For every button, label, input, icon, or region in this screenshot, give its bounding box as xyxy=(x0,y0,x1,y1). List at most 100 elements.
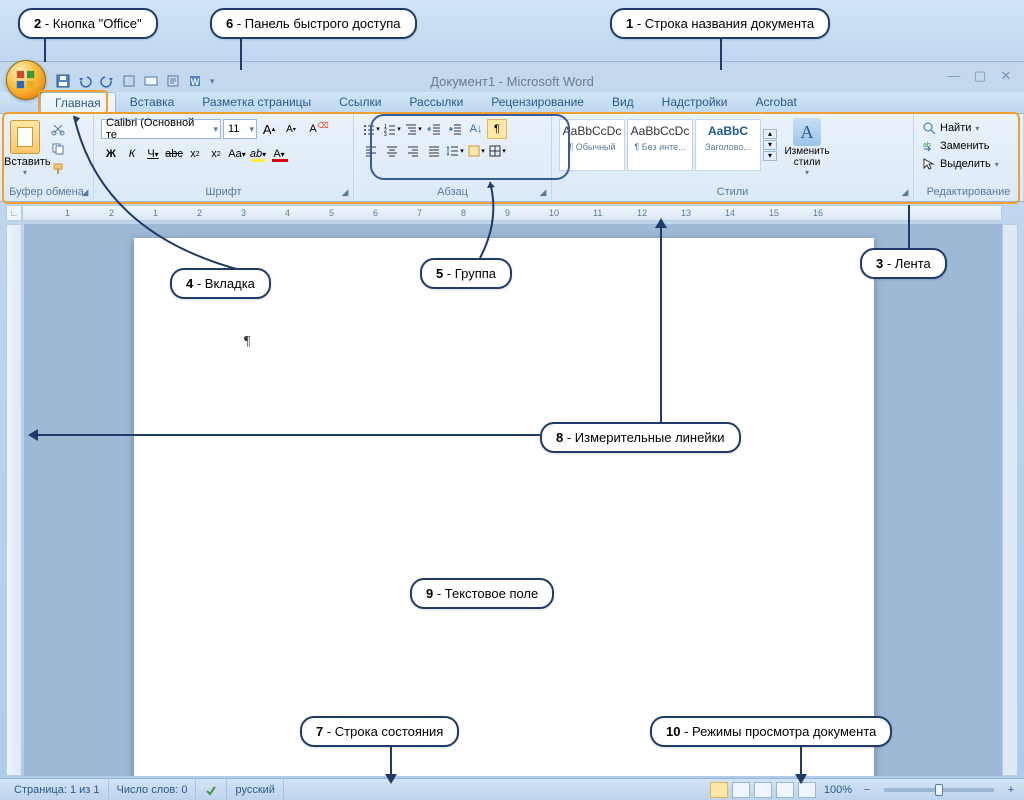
change-styles-button[interactable]: A Изменить стили ▾ xyxy=(780,116,834,179)
svg-text:3: 3 xyxy=(384,132,387,136)
align-right-icon[interactable] xyxy=(403,141,423,161)
svg-text:A: A xyxy=(801,122,814,142)
font-color-button[interactable]: A▾ xyxy=(269,144,289,164)
page[interactable]: ¶ xyxy=(134,238,874,776)
callout-9: 9 - Текстовое поле xyxy=(410,578,554,609)
tab-acrobat[interactable]: Acrobat xyxy=(742,92,811,113)
arrow-8h xyxy=(34,434,540,436)
callout-3: 3 - Лента xyxy=(860,248,947,279)
maximize-button[interactable]: ▢ xyxy=(970,68,990,84)
group-editing: Найти▾ ab Заменить Выделить▾ Редактирова… xyxy=(914,114,1024,201)
align-left-icon[interactable] xyxy=(361,141,381,161)
pilcrow-icon[interactable]: ¶ xyxy=(487,119,507,139)
find-button[interactable]: Найти▾ xyxy=(920,120,1001,136)
arrow-2 xyxy=(44,36,46,62)
zoom-label[interactable]: 100% xyxy=(820,784,856,796)
tab-insert[interactable]: Вставка xyxy=(116,92,189,113)
arrow-5 xyxy=(460,180,520,260)
callout-4: 4 - Вкладка xyxy=(170,268,271,299)
select-button[interactable]: Выделить▾ xyxy=(920,156,1001,172)
group-label-editing: Редактирование xyxy=(918,185,1019,199)
callout-8: 8 - Измерительные линейки xyxy=(540,422,741,453)
callout-7: 7 - Строка состояния xyxy=(300,716,459,747)
arrow-10 xyxy=(800,744,802,778)
vertical-ruler[interactable] xyxy=(6,224,22,776)
tab-references[interactable]: Ссылки xyxy=(325,92,395,113)
justify-icon[interactable] xyxy=(424,141,444,161)
group-label-styles: Стили xyxy=(556,185,909,199)
zoom-slider[interactable] xyxy=(884,788,994,792)
callout-5: 5 - Группа xyxy=(420,258,512,289)
view-outline[interactable] xyxy=(776,782,794,798)
arrow-4 xyxy=(70,112,250,272)
style-heading1[interactable]: AaBbC Заголово... xyxy=(695,119,761,171)
line-spacing-icon[interactable]: ▾ xyxy=(445,141,465,161)
tab-view[interactable]: Вид xyxy=(598,92,648,113)
font-launcher[interactable]: ◢ xyxy=(339,187,351,199)
callout-2: 2 - Кнопка "Office" xyxy=(18,8,158,39)
style-nospacing[interactable]: AaBbCcDc ¶ Без инте... xyxy=(627,119,693,171)
callout-10: 10 - Режимы просмотра документа xyxy=(650,716,892,747)
borders-icon[interactable]: ▾ xyxy=(487,141,507,161)
multilevel-icon[interactable]: ▾ xyxy=(403,119,423,139)
shading-icon[interactable]: ▾ xyxy=(466,141,486,161)
document-area: ¶ xyxy=(24,224,1002,776)
copy-icon[interactable] xyxy=(48,140,68,158)
arrow-3 xyxy=(908,205,910,249)
style-normal[interactable]: AaBbCcDc ¶ Обычный xyxy=(559,119,625,171)
decrease-indent-icon[interactable] xyxy=(424,119,444,139)
arrow-7 xyxy=(390,744,392,778)
status-language[interactable]: русский xyxy=(227,779,283,800)
arrow-1 xyxy=(720,36,722,70)
replace-button[interactable]: ab Заменить xyxy=(920,138,1001,154)
increase-indent-icon[interactable] xyxy=(445,119,465,139)
ribbon-tabs: Главная Вставка Разметка страницы Ссылки… xyxy=(0,92,1024,114)
status-page[interactable]: Страница: 1 из 1 xyxy=(6,779,109,800)
view-print-layout[interactable] xyxy=(710,782,728,798)
format-painter-icon[interactable] xyxy=(48,160,68,178)
paste-button[interactable]: Вставить ▾ xyxy=(4,116,46,177)
paste-label: Вставить xyxy=(4,156,46,168)
highlight-button[interactable]: ab▾ xyxy=(248,144,268,164)
arrow-6 xyxy=(240,36,242,70)
view-web-layout[interactable] xyxy=(754,782,772,798)
numbering-icon[interactable]: 123▾ xyxy=(382,119,402,139)
zoom-in[interactable]: + xyxy=(1004,784,1018,796)
vertical-scrollbar[interactable] xyxy=(1002,224,1018,776)
close-button[interactable]: ✕ xyxy=(996,68,1016,84)
align-center-icon[interactable] xyxy=(382,141,402,161)
grow-font-icon[interactable]: A▴ xyxy=(259,119,279,139)
minimize-button[interactable]: — xyxy=(944,68,964,84)
callout-6: 6 - Панель быстрого доступа xyxy=(210,8,417,39)
paste-icon xyxy=(10,120,40,154)
paragraph-mark: ¶ xyxy=(244,334,250,350)
document-title: Документ1 - Microsoft Word xyxy=(0,74,1024,89)
shrink-font-icon[interactable]: A▾ xyxy=(281,119,301,139)
tab-review[interactable]: Рецензирование xyxy=(477,92,598,113)
ruler-toggle[interactable]: ∟ xyxy=(6,205,22,221)
paragraph-launcher[interactable]: ◢ xyxy=(537,187,549,199)
styles-more[interactable]: ▴▾▾ xyxy=(763,119,777,171)
group-paragraph: ▾ 123▾ ▾ A↓ ¶ ▾ ▾ ▾ Абзац ◢ xyxy=(354,114,552,201)
clear-format-icon[interactable]: A⌫ xyxy=(303,119,323,139)
callout-1: 1 - Строка названия документа xyxy=(610,8,830,39)
tab-home[interactable]: Главная xyxy=(40,92,116,113)
svg-text:ab: ab xyxy=(923,142,931,149)
view-full-reading[interactable] xyxy=(732,782,750,798)
office-button[interactable] xyxy=(6,60,46,100)
sort-icon[interactable]: A↓ xyxy=(466,119,486,139)
window-controls: — ▢ ✕ xyxy=(944,68,1016,84)
tab-pagelayout[interactable]: Разметка страницы xyxy=(188,92,325,113)
bullets-icon[interactable]: ▾ xyxy=(361,119,381,139)
cut-icon[interactable] xyxy=(48,120,68,138)
tab-addins[interactable]: Надстройки xyxy=(648,92,742,113)
tab-mailings[interactable]: Рассылки xyxy=(395,92,477,113)
arrow-8v xyxy=(660,224,662,424)
zoom-out[interactable]: − xyxy=(860,784,874,796)
change-styles-icon: A xyxy=(793,118,821,146)
styles-launcher[interactable]: ◢ xyxy=(899,187,911,199)
status-proofing[interactable] xyxy=(196,779,227,800)
group-styles: AaBbCcDc ¶ Обычный AaBbCcDc ¶ Без инте..… xyxy=(552,114,914,201)
status-bar: Страница: 1 из 1 Число слов: 0 русский 1… xyxy=(0,778,1024,800)
status-words[interactable]: Число слов: 0 xyxy=(109,779,197,800)
